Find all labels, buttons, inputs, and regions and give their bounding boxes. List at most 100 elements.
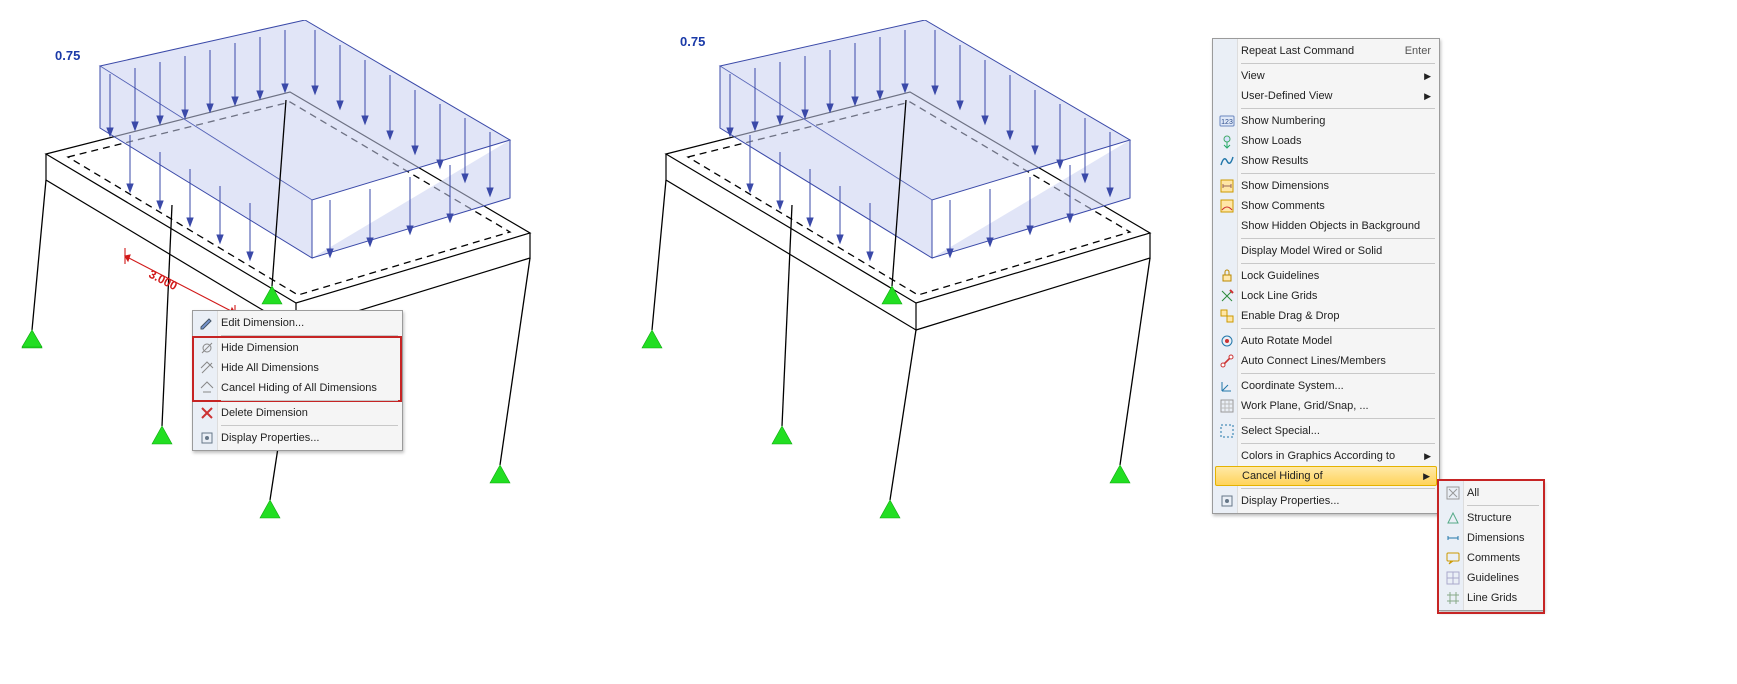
- display-properties-icon: [1217, 493, 1237, 509]
- menu-lock-line-grids-label: Lock Line Grids: [1241, 290, 1431, 302]
- submenu-all-label: All: [1467, 487, 1535, 499]
- menu-show-dimensions[interactable]: Show Dimensions: [1215, 176, 1437, 196]
- menu-hide-dimension-label: Hide Dimension: [221, 342, 394, 354]
- menu-select-special[interactable]: Select Special...: [1215, 421, 1437, 441]
- hide-all-dimensions-icon: [197, 360, 217, 376]
- load-value-left: 0.75: [55, 48, 80, 63]
- menu-show-hidden-bg[interactable]: Show Hidden Objects in Background: [1215, 216, 1437, 236]
- menu-edit-dimension[interactable]: Edit Dimension...: [195, 313, 400, 333]
- menu-user-defined-view-label: User-Defined View: [1241, 90, 1404, 102]
- display-properties-icon: [197, 430, 217, 446]
- guidelines-icon: [1443, 570, 1463, 586]
- submenu-arrow-icon: ▶: [1424, 91, 1431, 102]
- menu-delete-dimension[interactable]: Delete Dimension: [195, 403, 400, 423]
- menu-enable-drag-drop[interactable]: Enable Drag & Drop: [1215, 306, 1437, 326]
- menu-colors-in-graphics-label: Colors in Graphics According to: [1241, 450, 1404, 462]
- submenu-comments[interactable]: Comments: [1441, 548, 1541, 568]
- submenu-arrow-icon: ▶: [1423, 471, 1430, 482]
- menu-show-loads[interactable]: Show Loads: [1215, 131, 1437, 151]
- menu-show-numbering-label: Show Numbering: [1241, 115, 1431, 127]
- menu-hide-all-dimensions-label: Hide All Dimensions: [221, 362, 394, 374]
- submenu-structure-label: Structure: [1467, 512, 1535, 524]
- menu-colors-in-graphics[interactable]: Colors in Graphics According to ▶: [1215, 446, 1437, 466]
- menu-display-wired-solid[interactable]: Display Model Wired or Solid: [1215, 241, 1437, 261]
- submenu-structure[interactable]: Structure: [1441, 508, 1541, 528]
- menu-work-plane[interactable]: Work Plane, Grid/Snap, ...: [1215, 396, 1437, 416]
- right-model: [620, 20, 1180, 580]
- menu-display-properties[interactable]: Display Properties...: [195, 428, 400, 448]
- menu-view[interactable]: View ▶: [1215, 66, 1437, 86]
- menu-cancel-hiding-all-dimensions-label: Cancel Hiding of All Dimensions: [221, 382, 394, 394]
- svg-text:123: 123: [1221, 119, 1233, 126]
- main-context-menu: Repeat Last Command Enter View ▶ User-De…: [1212, 38, 1440, 514]
- menu-repeat-last-command[interactable]: Repeat Last Command Enter: [1215, 41, 1437, 61]
- dimensions-icon: [1217, 178, 1237, 194]
- menu-display-properties-label: Display Properties...: [221, 432, 394, 444]
- coord-system-icon: [1217, 378, 1237, 394]
- menu-hide-all-dimensions[interactable]: Hide All Dimensions: [195, 358, 400, 378]
- menu-cancel-hiding-all-dimensions[interactable]: Cancel Hiding of All Dimensions: [195, 378, 400, 398]
- line-grids-icon: [1443, 590, 1463, 606]
- menu-auto-rotate[interactable]: Auto Rotate Model: [1215, 331, 1437, 351]
- lock-line-grids-icon: [1217, 288, 1237, 304]
- menu-auto-connect-label: Auto Connect Lines/Members: [1241, 355, 1431, 367]
- all-icon: [1443, 485, 1463, 501]
- comments-icon: [1443, 550, 1463, 566]
- submenu-comments-label: Comments: [1467, 552, 1535, 564]
- edit-dimension-icon: [197, 315, 217, 331]
- select-special-icon: [1217, 423, 1237, 439]
- comments-icon: [1217, 198, 1237, 214]
- drag-drop-icon: [1217, 308, 1237, 324]
- submenu-all[interactable]: All: [1441, 483, 1541, 503]
- menu-lock-line-grids[interactable]: Lock Line Grids: [1215, 286, 1437, 306]
- submenu-dimensions[interactable]: Dimensions: [1441, 528, 1541, 548]
- menu-auto-rotate-label: Auto Rotate Model: [1241, 335, 1431, 347]
- submenu-guidelines[interactable]: Guidelines: [1441, 568, 1541, 588]
- menu-coordinate-system-label: Coordinate System...: [1241, 380, 1431, 392]
- menu-show-hidden-bg-label: Show Hidden Objects in Background: [1241, 220, 1431, 232]
- menu-display-properties-2[interactable]: Display Properties...: [1215, 491, 1437, 511]
- submenu-guidelines-label: Guidelines: [1467, 572, 1535, 584]
- menu-edit-dimension-label: Edit Dimension...: [221, 317, 394, 329]
- menu-delete-dimension-label: Delete Dimension: [221, 407, 394, 419]
- graphics-viewport[interactable]: 0.75 3.000: [0, 0, 1200, 684]
- numbering-icon: 123: [1217, 113, 1237, 129]
- lock-guidelines-icon: [1217, 268, 1237, 284]
- menu-cancel-hiding-of-label: Cancel Hiding of: [1242, 470, 1403, 482]
- menu-show-loads-label: Show Loads: [1241, 135, 1431, 147]
- submenu-line-grids-label: Line Grids: [1467, 592, 1535, 604]
- menu-user-defined-view[interactable]: User-Defined View ▶: [1215, 86, 1437, 106]
- menu-coordinate-system[interactable]: Coordinate System...: [1215, 376, 1437, 396]
- menu-show-dimensions-label: Show Dimensions: [1241, 180, 1431, 192]
- menu-repeat-shortcut: Enter: [1405, 45, 1431, 57]
- auto-rotate-icon: [1217, 333, 1237, 349]
- menu-show-results-label: Show Results: [1241, 155, 1431, 167]
- load-value-right: 0.75: [680, 34, 705, 49]
- menu-show-comments-label: Show Comments: [1241, 200, 1431, 212]
- dimensions-icon: [1443, 530, 1463, 546]
- menu-lock-guidelines[interactable]: Lock Guidelines: [1215, 266, 1437, 286]
- menu-display-wired-solid-label: Display Model Wired or Solid: [1241, 245, 1431, 257]
- menu-select-special-label: Select Special...: [1241, 425, 1431, 437]
- menu-repeat-label: Repeat Last Command: [1241, 45, 1381, 57]
- menu-show-comments[interactable]: Show Comments: [1215, 196, 1437, 216]
- work-plane-icon: [1217, 398, 1237, 414]
- submenu-arrow-icon: ▶: [1424, 71, 1431, 82]
- menu-show-numbering[interactable]: 123 Show Numbering: [1215, 111, 1437, 131]
- menu-show-results[interactable]: Show Results: [1215, 151, 1437, 171]
- menu-cancel-hiding-of[interactable]: Cancel Hiding of ▶: [1215, 466, 1437, 486]
- cancel-hiding-submenu: All Structure Dimensions Comments Guidel…: [1438, 480, 1544, 611]
- menu-auto-connect[interactable]: Auto Connect Lines/Members: [1215, 351, 1437, 371]
- submenu-dimensions-label: Dimensions: [1467, 532, 1535, 544]
- dimension-context-menu: Edit Dimension... Hide Dimension Hide Al…: [192, 310, 403, 451]
- left-model: [0, 20, 560, 580]
- menu-display-properties-2-label: Display Properties...: [1241, 495, 1431, 507]
- submenu-arrow-icon: ▶: [1424, 451, 1431, 462]
- delete-icon: [197, 405, 217, 421]
- hide-dimension-icon: [197, 340, 217, 356]
- structure-icon: [1443, 510, 1463, 526]
- menu-lock-guidelines-label: Lock Guidelines: [1241, 270, 1431, 282]
- submenu-line-grids[interactable]: Line Grids: [1441, 588, 1541, 608]
- menu-hide-dimension[interactable]: Hide Dimension: [195, 338, 400, 358]
- cancel-hiding-icon: [197, 380, 217, 396]
